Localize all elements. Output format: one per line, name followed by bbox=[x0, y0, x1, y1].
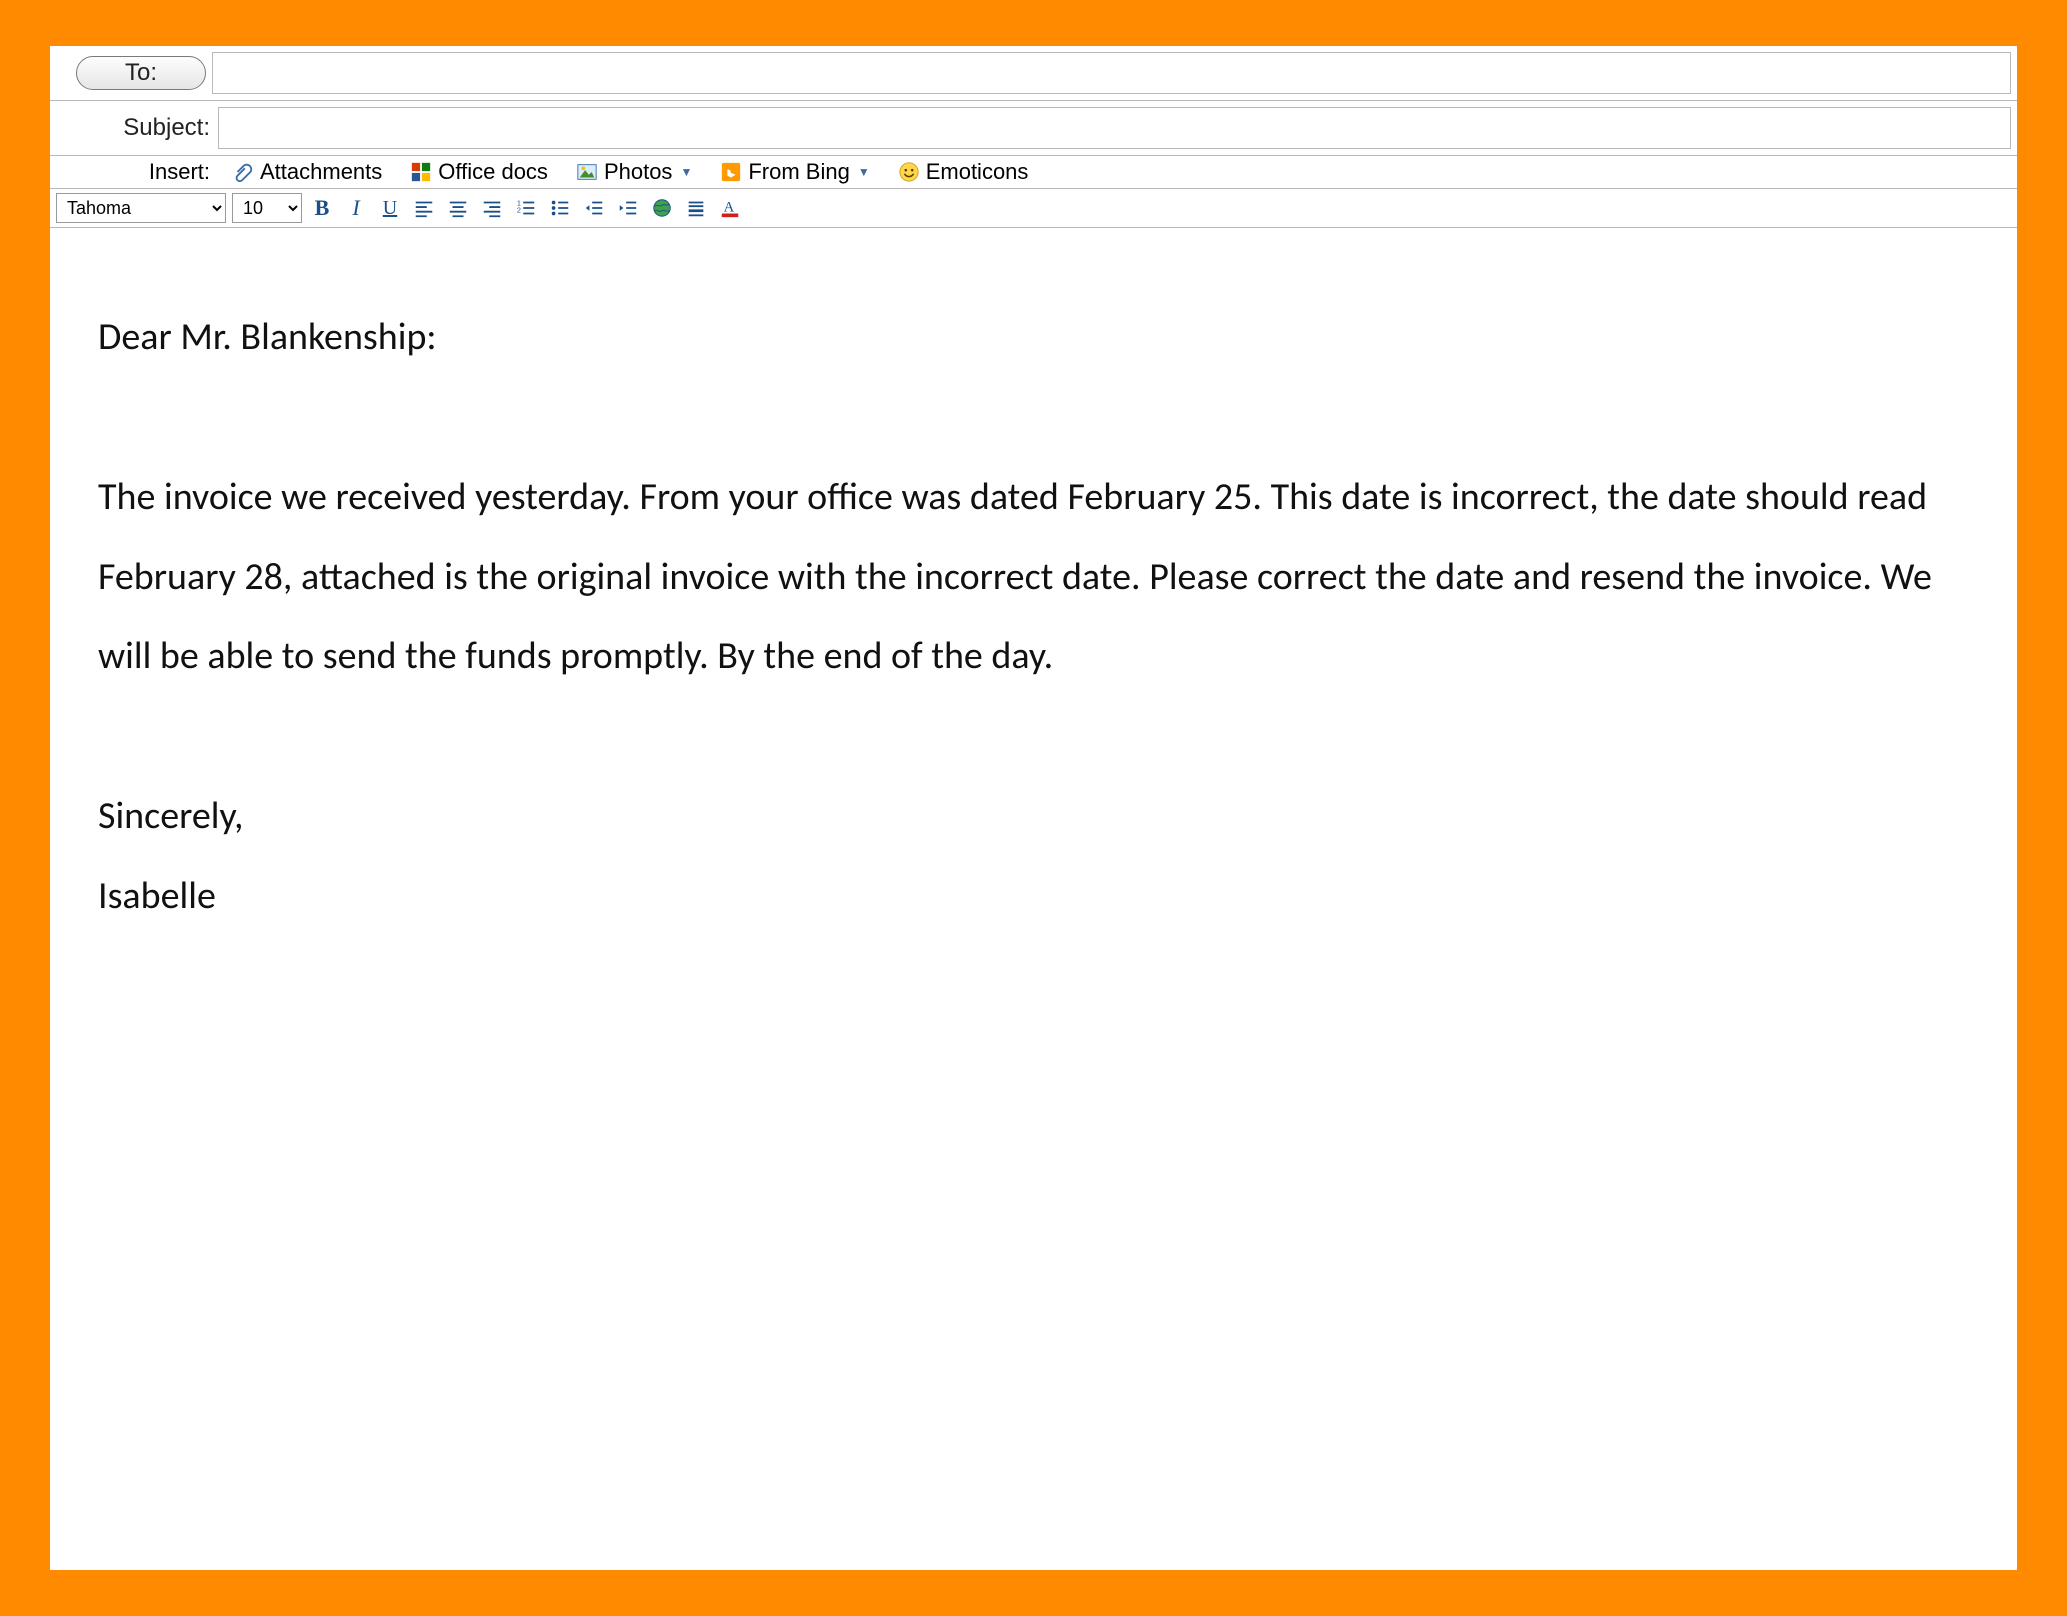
svg-text:2: 2 bbox=[517, 206, 521, 215]
link-globe-icon bbox=[651, 197, 673, 219]
bing-icon bbox=[720, 161, 742, 183]
chevron-down-icon: ▼ bbox=[680, 165, 692, 179]
bullet-list-button[interactable] bbox=[546, 194, 574, 222]
font-size-select[interactable]: 10 bbox=[232, 193, 302, 223]
insert-toolbar: Insert: Attachments Office docs Photos bbox=[50, 156, 2017, 189]
underline-button[interactable]: U bbox=[376, 194, 404, 222]
bold-button[interactable]: B bbox=[308, 194, 336, 222]
to-input[interactable] bbox=[212, 52, 2011, 94]
to-row: To: bbox=[50, 46, 2017, 101]
align-left-button[interactable] bbox=[410, 194, 438, 222]
align-right-button[interactable] bbox=[478, 194, 506, 222]
insert-emoticons-label: Emoticons bbox=[926, 159, 1029, 185]
outdent-icon bbox=[583, 197, 605, 219]
format-toolbar: Tahoma 10 B I U 1 2 bbox=[50, 189, 2017, 228]
body-paragraph: The invoice we received yesterday. From … bbox=[98, 458, 1969, 697]
horizontal-rule-button[interactable] bbox=[682, 194, 710, 222]
align-left-icon bbox=[413, 197, 435, 219]
outdent-button[interactable] bbox=[580, 194, 608, 222]
indent-icon bbox=[617, 197, 639, 219]
to-button[interactable]: To: bbox=[76, 56, 206, 90]
subject-row: Subject: bbox=[50, 101, 2017, 156]
italic-button[interactable]: I bbox=[342, 194, 370, 222]
horizontal-rule-icon bbox=[685, 197, 707, 219]
greeting-line: Dear Mr. Blankenship: bbox=[98, 298, 1969, 378]
svg-text:A: A bbox=[724, 200, 735, 216]
numbered-list-button[interactable]: 1 2 bbox=[512, 194, 540, 222]
bullet-list-icon bbox=[549, 197, 571, 219]
insert-link-button[interactable] bbox=[648, 194, 676, 222]
paperclip-icon bbox=[232, 161, 254, 183]
insert-emoticons[interactable]: Emoticons bbox=[884, 157, 1043, 187]
insert-label: Insert: bbox=[50, 159, 218, 185]
insert-from-bing-label: From Bing bbox=[748, 159, 849, 185]
insert-office-docs[interactable]: Office docs bbox=[396, 157, 562, 187]
numbered-list-icon: 1 2 bbox=[515, 197, 537, 219]
insert-from-bing[interactable]: From Bing ▼ bbox=[706, 157, 883, 187]
photos-icon bbox=[576, 161, 598, 183]
compose-window: To: Subject: Insert: Attachments Office … bbox=[50, 46, 2017, 1570]
office-docs-icon bbox=[410, 161, 432, 183]
font-color-icon: A bbox=[719, 197, 741, 219]
font-color-button[interactable]: A bbox=[716, 194, 744, 222]
font-family-select[interactable]: Tahoma bbox=[56, 193, 226, 223]
signature-name: Isabelle bbox=[98, 857, 1969, 937]
message-body[interactable]: Dear Mr. Blankenship: The invoice we rec… bbox=[50, 228, 2017, 1570]
insert-photos-label: Photos bbox=[604, 159, 673, 185]
signoff-line: Sincerely, bbox=[98, 777, 1969, 857]
align-right-icon bbox=[481, 197, 503, 219]
insert-attachments-label: Attachments bbox=[260, 159, 382, 185]
subject-label: Subject: bbox=[50, 110, 218, 146]
insert-photos[interactable]: Photos ▼ bbox=[562, 157, 706, 187]
insert-attachments[interactable]: Attachments bbox=[218, 157, 396, 187]
indent-button[interactable] bbox=[614, 194, 642, 222]
chevron-down-icon: ▼ bbox=[858, 165, 870, 179]
emoticon-icon bbox=[898, 161, 920, 183]
insert-office-docs-label: Office docs bbox=[438, 159, 548, 185]
subject-input[interactable] bbox=[218, 107, 2011, 149]
align-center-icon bbox=[447, 197, 469, 219]
align-center-button[interactable] bbox=[444, 194, 472, 222]
